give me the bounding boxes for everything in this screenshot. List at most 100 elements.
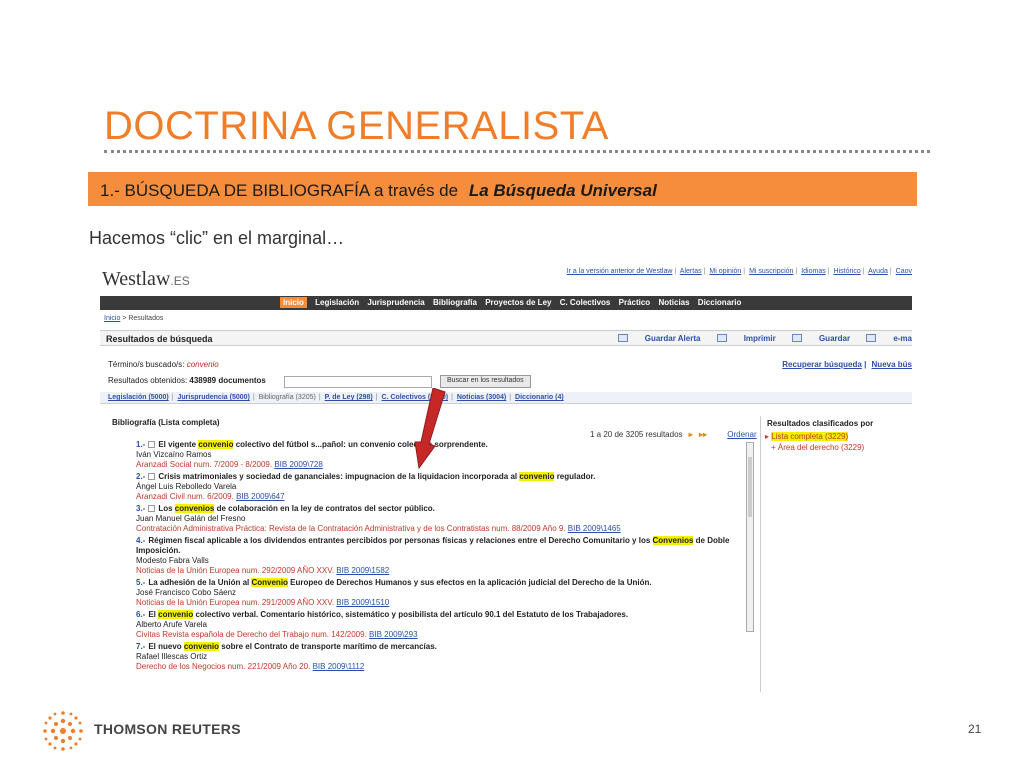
search-terms: Término/s buscado/s: convenio <box>108 360 219 369</box>
result-checkbox[interactable] <box>148 473 156 480</box>
result-bib-link[interactable]: BIB 2009\1510 <box>336 598 389 607</box>
tab-legislacion[interactable]: Legislación (5000) <box>108 394 169 401</box>
result-bib-link[interactable]: BIB 2009\1112 <box>313 662 365 671</box>
new-search-link[interactable]: Nueva bús <box>872 360 912 369</box>
results-scrollbar[interactable] <box>746 442 754 632</box>
save-button[interactable]: Guardar <box>791 334 850 343</box>
result-title-link[interactable]: Régimen fiscal aplicable a los dividendo… <box>136 536 729 555</box>
banner-prefix: 1.- BÚSQUEDA DE BIBLIOGRAFÍA a través de <box>100 181 459 200</box>
nav-bibliografia[interactable]: Bibliografía <box>433 298 477 307</box>
nav-diccionario[interactable]: Diccionario <box>698 298 742 307</box>
result-source-text: Derecho de los Negocios num. 221/2009 Añ… <box>136 662 311 671</box>
nav-inicio[interactable]: Inicio <box>280 297 307 308</box>
top-link-previous-version[interactable]: Ir a la versión anterior de Westlaw <box>567 268 673 275</box>
top-link-history[interactable]: Histórico <box>834 268 861 275</box>
result-keyword: Convenio <box>251 578 288 587</box>
results-actions: Guardar Alerta Imprimir Guardar e-ma <box>604 334 912 343</box>
separator: | <box>252 394 255 401</box>
nav-proyectos-ley[interactable]: Proyectos de Ley <box>485 298 551 307</box>
separator: | <box>509 394 512 401</box>
tab-bibliografia[interactable]: Bibliografía (3205) <box>259 394 316 401</box>
tab-diccionario[interactable]: Diccionario (4) <box>515 394 564 401</box>
terms-value: convenio <box>186 360 219 369</box>
terms-label: Término/s buscado/s: <box>108 360 185 369</box>
result-title-pre: El nuevo <box>148 642 184 651</box>
obtained-label: Resultados obtenidos: <box>108 376 188 385</box>
last-page-icon[interactable]: ▸▸ <box>699 430 707 439</box>
print-button[interactable]: Imprimir <box>716 334 776 343</box>
result-author: José Francisco Cobo Sáenz <box>136 588 237 597</box>
nav-colectivos[interactable]: C. Colectivos <box>560 298 611 307</box>
result-title-link[interactable]: La adhesión de la Unión al Convenio Euro… <box>148 578 652 587</box>
top-link-languages[interactable]: Idiomas <box>801 268 826 275</box>
recover-search-link[interactable]: Recuperar búsqueda <box>782 360 862 369</box>
search-within-button[interactable]: Buscar en los resultados <box>440 375 531 388</box>
separator: | <box>318 394 321 401</box>
result-bib-link[interactable]: BIB 2009\1465 <box>568 524 621 533</box>
banner-emphasis: La Búsqueda Universal <box>468 181 657 200</box>
result-title-link[interactable]: El nuevo convenio sobre el Contrato de t… <box>148 642 437 651</box>
result-number: 7.- <box>136 642 146 651</box>
side-item-area-label: Área del derecho (3229) <box>777 443 865 452</box>
result-bib-link[interactable]: BIB 2009\647 <box>236 492 284 501</box>
result-title-line: 6.- El convenio colectivo verbal. Comenta… <box>136 610 742 620</box>
save-alert-button[interactable]: Guardar Alerta <box>617 334 701 343</box>
scrollbar-thumb[interactable] <box>748 457 752 517</box>
result-bib-link[interactable]: BIB 2009\293 <box>369 630 417 639</box>
result-title-link[interactable]: Los convenios de colaboración en la ley … <box>158 504 435 513</box>
westlaw-logo[interactable]: Westlaw.ES <box>102 268 190 291</box>
next-page-icon[interactable]: ▸ <box>689 430 693 439</box>
result-keyword: convenio <box>198 440 234 449</box>
sort-link[interactable]: Ordenar <box>727 430 756 439</box>
nav-noticias[interactable]: Noticias <box>658 298 689 307</box>
result-title-pre: La adhesión de la Unión al <box>148 578 252 587</box>
search-within-input[interactable] <box>284 376 432 388</box>
top-link-help[interactable]: Ayuda <box>868 268 888 275</box>
tab-jurisprudencia[interactable]: Jurisprudencia (5000) <box>177 394 249 401</box>
result-source-text: Contratación Administrativa Práctica: Re… <box>136 524 566 533</box>
nav-practico[interactable]: Práctico <box>619 298 651 307</box>
result-item: 6.- El convenio colectivo verbal. Comenta… <box>136 610 742 640</box>
top-link-alerts[interactable]: Alertas <box>680 268 702 275</box>
result-source: Noticias de la Unión Europea num. 292/20… <box>136 566 742 576</box>
thomson-reuters-logo-icon <box>43 711 83 751</box>
side-item-full-list[interactable]: ▸ Lista completa (3229) <box>761 431 912 442</box>
result-number: 4.- <box>136 536 146 545</box>
side-panel-title: Resultados clasificados por <box>767 419 874 428</box>
result-keyword: convenios <box>174 504 215 513</box>
result-checkbox[interactable] <box>148 505 156 512</box>
result-number: 5.- <box>136 578 146 587</box>
tab-noticias[interactable]: Noticias (3004) <box>457 394 506 401</box>
result-source: Civitas Revista española de Derecho del … <box>136 630 742 640</box>
side-item-area[interactable]: + Área del derecho (3229) <box>761 442 912 453</box>
separator: | <box>743 268 746 275</box>
top-link-opinion[interactable]: Mi opinión <box>709 268 741 275</box>
result-title-line: 4.- Régimen fiscal aplicable a los divide… <box>136 536 742 556</box>
floppy-icon <box>791 334 802 342</box>
result-title-link[interactable]: Crisis matrimoniales y sociedad de ganan… <box>158 472 595 481</box>
slide-subtitle: Hacemos “clic” en el marginal… <box>89 228 345 248</box>
result-title-link[interactable]: El convenio colectivo verbal. Comentario… <box>148 610 628 619</box>
nav-legislacion[interactable]: Legislación <box>315 298 359 307</box>
result-bib-link[interactable]: BIB 2009\1582 <box>336 566 389 575</box>
result-author: Alberto Arufe Varela <box>136 620 208 629</box>
top-link-caov[interactable]: Caov <box>896 268 912 275</box>
print-label: Imprimir <box>743 334 776 343</box>
email-button[interactable]: e-ma <box>866 334 912 343</box>
recover-links: Recuperar búsqueda | Nueva bús <box>782 360 912 369</box>
result-author: Ángel Luis Rebolledo Varela <box>136 482 237 491</box>
tab-proyectos-ley[interactable]: P. de Ley (298) <box>325 394 373 401</box>
top-link-subscription[interactable]: Mi suscripción <box>749 268 793 275</box>
result-source-text: Noticias de la Unión Europea num. 291/20… <box>136 598 335 607</box>
nav-jurisprudencia[interactable]: Jurisprudencia <box>367 298 424 307</box>
result-bib-link[interactable]: BIB 2009\728 <box>274 460 322 469</box>
separator: | <box>674 268 677 275</box>
result-checkbox[interactable] <box>148 441 156 448</box>
result-keyword: convenio <box>183 642 220 651</box>
result-title-pre: Crisis matrimoniales y sociedad de ganan… <box>158 472 520 481</box>
separator: | <box>889 268 892 275</box>
content-tabs: Legislación (5000) | Jurisprudencia (5000… <box>100 392 912 404</box>
breadcrumb-home-link[interactable]: Inicio <box>104 315 120 322</box>
slide-title: DOCTRINA GENERALISTA <box>104 104 609 148</box>
save-alert-label: Guardar Alerta <box>644 334 701 343</box>
